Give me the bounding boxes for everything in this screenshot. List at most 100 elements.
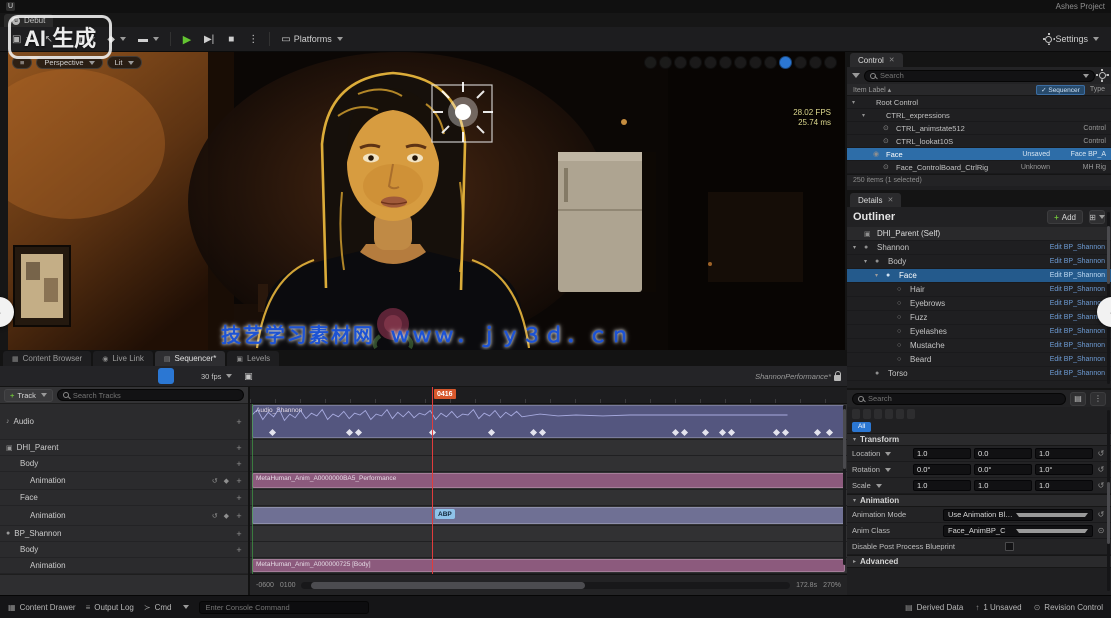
- viewport-tool-icon[interactable]: [704, 56, 717, 69]
- filter-chip[interactable]: [896, 409, 904, 419]
- tab-control[interactable]: Control ✕: [850, 53, 903, 67]
- transform-label[interactable]: Rotation: [852, 465, 910, 474]
- settings-dropdown[interactable]: Settings: [1041, 30, 1103, 48]
- filter-chip[interactable]: [852, 409, 860, 419]
- sequencer-tool-button[interactable]: [25, 368, 41, 384]
- viewport-tool-icon[interactable]: [764, 56, 777, 69]
- outliner-row[interactable]: ▾ ● Body Edit BP_Shannon: [847, 255, 1111, 269]
- timeline-lane[interactable]: ABP: [250, 506, 847, 526]
- statusbar-button[interactable]: ≡ Output Log: [86, 603, 134, 612]
- timeline-scrollbar[interactable]: [301, 582, 790, 589]
- timeline-lane[interactable]: [250, 440, 847, 456]
- reset-icon[interactable]: ↺: [1096, 510, 1106, 519]
- viewport-tool-icon[interactable]: [719, 56, 732, 69]
- details-search[interactable]: [852, 393, 1066, 405]
- keyframe-diamond[interactable]: [719, 429, 726, 436]
- statusbar-status[interactable]: ⊙ Revision Control: [1034, 603, 1103, 612]
- bottom-tab[interactable]: ◉ Live Link: [93, 351, 153, 366]
- expander-icon[interactable]: ▾: [862, 112, 869, 119]
- reset-icon[interactable]: ↺: [1096, 449, 1106, 458]
- edit-blueprint-link[interactable]: Edit BP_Shannon: [1050, 258, 1105, 265]
- viewport-tool-icon[interactable]: [749, 56, 762, 69]
- control-list-row[interactable]: ⊙ Face_ControlBoard_CtrlRig Unknown MH R…: [847, 161, 1111, 174]
- transport-button[interactable]: [22, 578, 36, 592]
- sequence-breadcrumb[interactable]: ShannonPerformance*: [755, 372, 831, 381]
- timeline-lane[interactable]: Audio_Shannon: [250, 404, 847, 440]
- keyframe-nav-icons[interactable]: ↺ ◆: [212, 477, 231, 485]
- details-search-input[interactable]: [868, 394, 1060, 403]
- bottom-tab[interactable]: ▤ Sequencer*: [155, 351, 225, 366]
- outliner-row[interactable]: ▾ ● Shannon Edit BP_Shannon: [847, 241, 1111, 255]
- outliner-row[interactable]: ● Torso Edit BP_Shannon: [847, 367, 1111, 381]
- viewport-tool-icon[interactable]: [674, 56, 687, 69]
- control-list-row[interactable]: ▾ Root Control: [847, 96, 1111, 109]
- control-search-input[interactable]: [880, 71, 1077, 80]
- viewport-tool-icon[interactable]: [659, 56, 672, 69]
- control-list-row[interactable]: ◉ Face Unsaved Face BP_A: [847, 148, 1111, 161]
- gear-icon[interactable]: [1099, 72, 1106, 79]
- filter-chip[interactable]: [907, 409, 915, 419]
- expander-icon[interactable]: ▾: [853, 244, 860, 251]
- expander-icon[interactable]: ▾: [852, 99, 859, 106]
- transport-button[interactable]: [38, 578, 52, 592]
- sequencer-tool-button[interactable]: [120, 368, 136, 384]
- bottom-tab[interactable]: ▣ Levels: [227, 351, 279, 366]
- sequencer-tool-button[interactable]: [44, 368, 60, 384]
- add-section-icon[interactable]: +: [235, 443, 243, 453]
- add-section-icon[interactable]: +: [235, 529, 243, 539]
- statusbar-status[interactable]: ▤ Derived Data: [905, 603, 963, 612]
- transport-button[interactable]: [6, 578, 20, 592]
- filter-icon[interactable]: [852, 73, 860, 78]
- outliner-row[interactable]: ○ Eyelashes Edit BP_Shannon: [847, 325, 1111, 339]
- track-search[interactable]: [57, 389, 244, 401]
- filter-all-chip[interactable]: All: [852, 422, 871, 432]
- tab-details[interactable]: Details ✕: [850, 193, 901, 207]
- control-search[interactable]: [864, 70, 1095, 82]
- sequencer-tool-button[interactable]: [158, 368, 174, 384]
- edit-blueprint-link[interactable]: Edit BP_Shannon: [1050, 300, 1105, 307]
- timeline-lane[interactable]: [250, 456, 847, 472]
- animation-clip[interactable]: [252, 507, 845, 524]
- reset-icon[interactable]: ↺: [1096, 481, 1106, 490]
- viewport-tool-icon[interactable]: [644, 56, 657, 69]
- close-icon[interactable]: ✕: [889, 56, 895, 64]
- details-scrollbar[interactable]: [1107, 410, 1110, 591]
- browse-icon[interactable]: ⊙: [1096, 526, 1106, 535]
- track-row[interactable]: Body +: [0, 542, 248, 558]
- transform-label[interactable]: Scale: [852, 481, 910, 490]
- keyframe-diamond[interactable]: [814, 429, 821, 436]
- viewport-tool-icon[interactable]: [824, 56, 837, 69]
- reset-icon[interactable]: ↺: [1096, 465, 1106, 474]
- lanes-scrollbar[interactable]: [843, 405, 846, 565]
- viewport-tool-icon[interactable]: [734, 56, 747, 69]
- z-value-field[interactable]: [1035, 464, 1093, 475]
- expander-icon[interactable]: ▾: [875, 272, 882, 279]
- sequencer-tool-button[interactable]: [63, 368, 79, 384]
- filter-chip[interactable]: [874, 409, 882, 419]
- edit-blueprint-link[interactable]: Edit BP_Shannon: [1050, 286, 1105, 293]
- edit-blueprint-link[interactable]: Edit BP_Shannon: [1050, 342, 1105, 349]
- control-list-row[interactable]: ▾ CTRL_expressions: [847, 109, 1111, 122]
- transport-button[interactable]: [86, 578, 100, 592]
- x-value-field[interactable]: [913, 464, 971, 475]
- statusbar-button[interactable]: ▦ Content Drawer: [8, 603, 76, 612]
- stop-button[interactable]: ■: [222, 30, 240, 48]
- sequencer-chip[interactable]: ✓ Sequencer: [1036, 85, 1085, 95]
- platforms-dropdown[interactable]: ▭ Platforms: [277, 30, 346, 48]
- timeline-ruler[interactable]: 0416: [250, 387, 847, 404]
- animation-clip[interactable]: MetaHuman_Anim_A0000000BA5_Performance: [252, 473, 845, 488]
- post-process-checkbox[interactable]: [1005, 542, 1014, 551]
- keyframe-nav-icons[interactable]: ↺ ◆: [212, 512, 231, 520]
- outliner-row[interactable]: ○ Eyebrows Edit BP_Shannon: [847, 297, 1111, 311]
- keyframe-diamond[interactable]: [728, 429, 735, 436]
- track-row[interactable]: Animation ↺ ◆ +: [0, 506, 248, 526]
- keyframe-diamond[interactable]: [346, 429, 353, 436]
- keyframe-diamond[interactable]: [782, 429, 789, 436]
- track-row[interactable]: ▣ DHI_Parent +: [0, 440, 248, 456]
- viewport-tool-icon[interactable]: [689, 56, 702, 69]
- edit-blueprint-link[interactable]: Edit BP_Shannon: [1050, 244, 1105, 251]
- bottom-tab[interactable]: ▦ Content Browser: [3, 351, 91, 366]
- section-transform[interactable]: ▾Transform: [847, 433, 1111, 446]
- play-button[interactable]: ▶: [178, 30, 196, 48]
- view-mode-dropdown[interactable]: Lit: [107, 56, 142, 69]
